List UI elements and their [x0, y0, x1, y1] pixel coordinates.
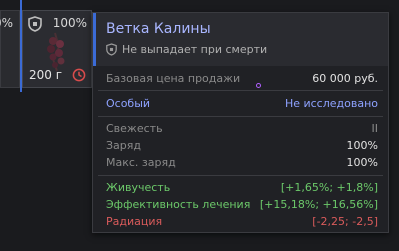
- slot-condition: 100%: [52, 16, 87, 30]
- price-row: Базовая цена продажи 60 000 руб.: [106, 72, 378, 87]
- price-value: 60 000 руб.: [312, 72, 378, 85]
- effect-row-radiation: Радиация [-2,25; -2,5]: [106, 215, 378, 230]
- tooltip-accent: [93, 13, 96, 66]
- effect-value: [+15,18%; +16,56%]: [259, 198, 378, 211]
- inventory-slot-kalina[interactable]: 100% 200 г: [22, 10, 92, 88]
- divider: [98, 90, 383, 91]
- price-label: Базовая цена продажи: [106, 72, 241, 85]
- tooltip-header: Ветка Калины Не выпадает при смерти: [93, 13, 388, 66]
- stat-value: 100%: [346, 156, 378, 169]
- stat-label: Заряд: [106, 139, 141, 152]
- stat-row-max-charge: Макс. заряд 100%: [106, 156, 378, 171]
- effect-row-vitality: Живучесть [+1,65%; +1,8%]: [106, 181, 378, 196]
- slot-weight: 200 г: [29, 68, 63, 82]
- effect-label: Радиация: [106, 215, 163, 228]
- item-subtitle: Не выпадает при смерти: [122, 43, 268, 56]
- item-title: Ветка Калины: [106, 21, 211, 37]
- effect-value: [-2,25; -2,5]: [312, 215, 378, 228]
- mouse-cursor: [256, 83, 261, 88]
- divider: [98, 175, 383, 176]
- effect-row-healing: Эффективность лечения [+15,18%; +16,56%]: [106, 198, 378, 213]
- stat-row-charge: Заряд 100%: [106, 139, 378, 154]
- slot-condition: 0%: [0, 16, 13, 30]
- clock-icon: [72, 68, 86, 82]
- shield-icon: [28, 16, 42, 32]
- special-row: Особый Не исследовано: [106, 97, 378, 112]
- stat-label: Свежесть: [106, 122, 163, 135]
- effect-label: Живучесть: [106, 181, 171, 194]
- inventory-slot-partial[interactable]: 0%: [0, 10, 20, 88]
- divider: [98, 116, 383, 117]
- effect-value: [+1,65%; +1,8%]: [280, 181, 378, 194]
- kalina-branch-icon: [47, 32, 65, 72]
- special-label: Особый: [106, 97, 151, 110]
- stat-value: 100%: [346, 139, 378, 152]
- stat-row-freshness: Свежесть II: [106, 122, 378, 137]
- stat-value: II: [371, 122, 379, 135]
- effect-label: Эффективность лечения: [106, 198, 251, 211]
- special-value: Не исследовано: [284, 97, 378, 110]
- stat-label: Макс. заряд: [106, 156, 176, 169]
- item-tooltip: Ветка Калины Не выпадает при смерти Базо…: [92, 12, 389, 233]
- shield-icon: [106, 43, 117, 56]
